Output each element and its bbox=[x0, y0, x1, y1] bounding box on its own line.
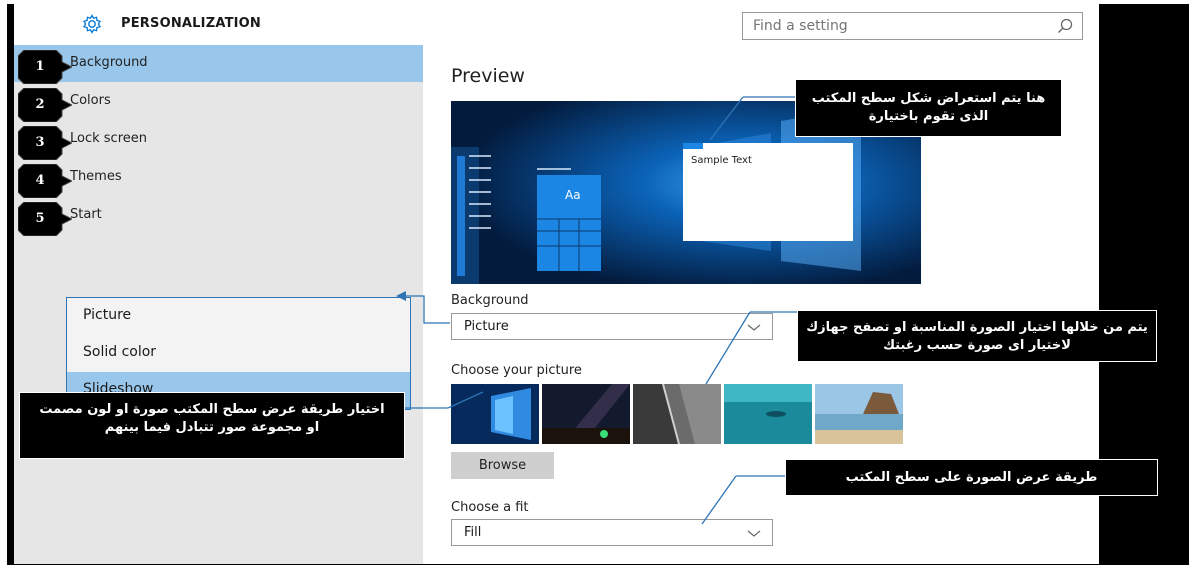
background-select-value: Picture bbox=[464, 319, 509, 334]
number-badge-5: 5 bbox=[17, 201, 74, 237]
sidebar-item-label: Background bbox=[70, 55, 148, 70]
sidebar-item-colors[interactable]: Colors bbox=[14, 83, 423, 120]
number-badge-1: 1 bbox=[17, 49, 74, 85]
sidebar-item-label: Colors bbox=[70, 93, 111, 108]
badge-number: 3 bbox=[35, 135, 45, 150]
dropdown-option-label: Solid color bbox=[83, 344, 157, 360]
sidebar: Background Colors Lock screen Themes Sta… bbox=[14, 45, 423, 564]
badge-number: 1 bbox=[35, 59, 45, 74]
sidebar-item-label: Themes bbox=[70, 169, 122, 184]
sidebar-item-label: Start bbox=[70, 207, 102, 222]
dropdown-option-picture[interactable]: Picture bbox=[67, 298, 410, 335]
choose-fit-label: Choose a fit bbox=[451, 500, 529, 515]
browse-button[interactable]: Browse bbox=[451, 452, 554, 479]
sidebar-item-background[interactable]: Background bbox=[14, 45, 423, 82]
preview-tile-text: Aa bbox=[565, 188, 581, 202]
preview-sample-text: Sample Text bbox=[691, 155, 752, 166]
dropdown-option-label: Picture bbox=[83, 307, 132, 323]
number-badge-3: 3 bbox=[17, 125, 74, 161]
fit-select[interactable]: Fill bbox=[451, 519, 773, 546]
underwater-thumbnail-image bbox=[724, 384, 812, 444]
background-label: Background bbox=[451, 293, 529, 308]
background-select[interactable]: Picture bbox=[451, 313, 773, 340]
rock-thumbnail-image bbox=[633, 384, 721, 444]
preview-heading: Preview bbox=[451, 65, 525, 87]
sidebar-item-lock-screen[interactable]: Lock screen bbox=[14, 121, 423, 158]
search-icon[interactable] bbox=[1056, 17, 1074, 35]
picture-thumbnail-underwater[interactable] bbox=[724, 384, 812, 444]
chevron-down-icon bbox=[747, 530, 761, 537]
picture-thumbnail-beach[interactable] bbox=[815, 384, 903, 444]
fit-annotation: طريقة عرض الصورة على سطح المكتب bbox=[785, 459, 1158, 496]
picture-thumbnail-rock[interactable] bbox=[633, 384, 721, 444]
beach-thumbnail-image bbox=[815, 384, 903, 444]
badge-number: 5 bbox=[35, 211, 45, 226]
sidebar-item-start[interactable]: Start bbox=[14, 197, 423, 234]
picture-annotation: يتم من خلالها اختيار الصورة المناسبة او … bbox=[797, 310, 1157, 362]
header: PERSONALIZATION bbox=[14, 4, 1099, 45]
night-sky-thumbnail-image bbox=[542, 384, 630, 444]
gear-icon bbox=[82, 14, 102, 34]
search-box[interactable] bbox=[742, 12, 1083, 40]
search-input[interactable] bbox=[743, 13, 1043, 39]
badge-number: 2 bbox=[35, 97, 45, 112]
background-method-annotation: اختيار طريقة عرض سطح المكتب صورة او لون … bbox=[19, 392, 405, 459]
number-badge-2: 2 bbox=[17, 87, 74, 123]
dropdown-option-solid-color[interactable]: Solid color bbox=[67, 335, 410, 372]
page-title: PERSONALIZATION bbox=[121, 16, 262, 31]
fit-select-value: Fill bbox=[464, 525, 482, 540]
picture-thumbnail-night-sky[interactable] bbox=[542, 384, 630, 444]
number-badge-4: 4 bbox=[17, 163, 74, 199]
picture-thumbnail-windows[interactable] bbox=[451, 384, 539, 444]
sidebar-item-themes[interactable]: Themes bbox=[14, 159, 423, 196]
chevron-down-icon bbox=[747, 324, 761, 331]
badge-number: 4 bbox=[35, 173, 45, 188]
sidebar-item-label: Lock screen bbox=[70, 131, 147, 146]
windows-thumbnail-image bbox=[451, 384, 539, 444]
choose-picture-label: Choose your picture bbox=[451, 363, 582, 378]
preview-annotation: هنا يتم استعراض شكل سطح المكتب الذى تقوم… bbox=[795, 79, 1062, 137]
